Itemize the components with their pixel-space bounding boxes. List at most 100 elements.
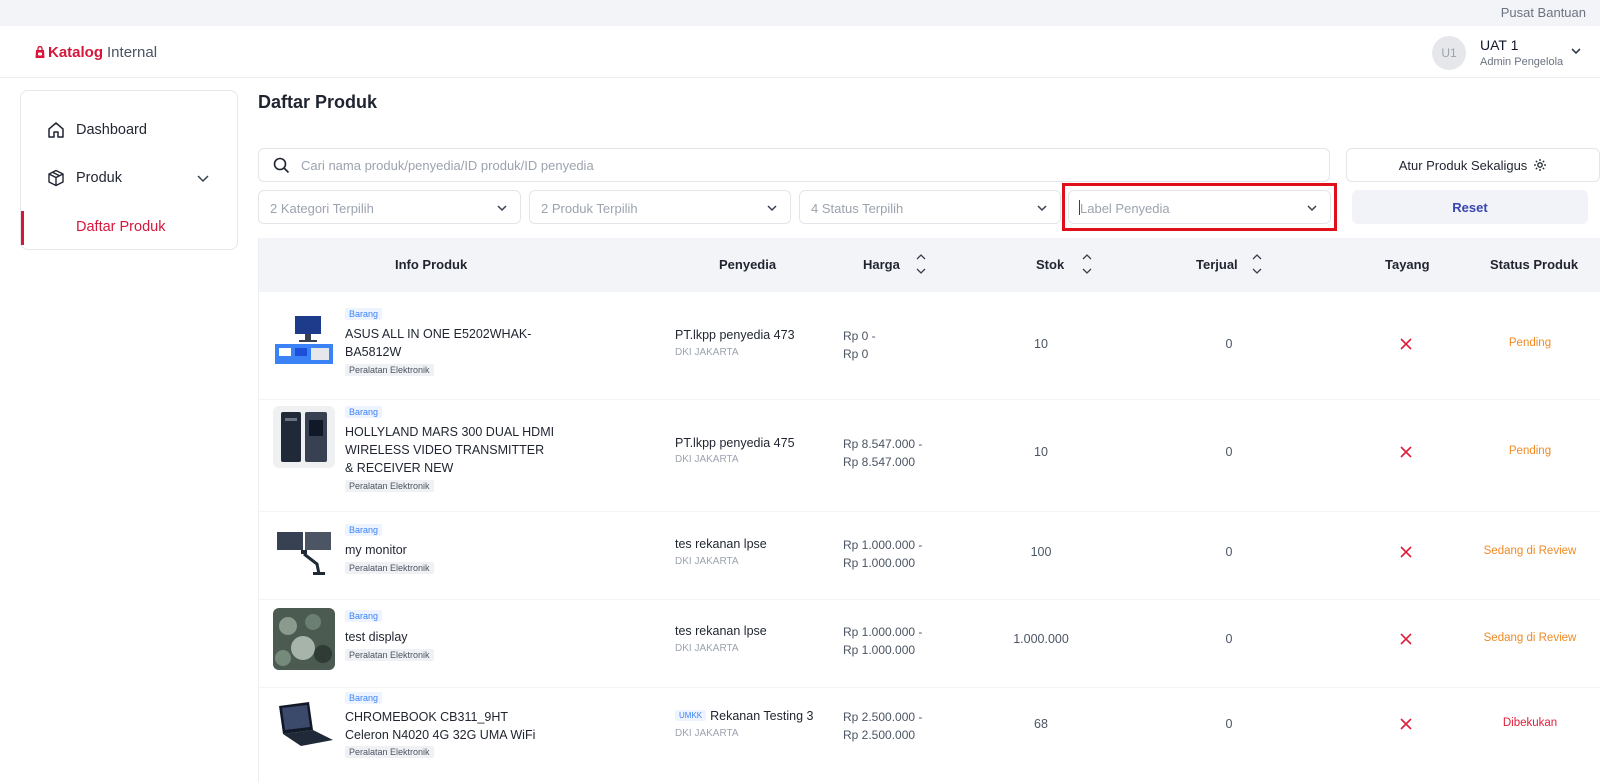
chevron-down-icon[interactable] (196, 171, 210, 185)
sold-value: 0 (1225, 337, 1233, 351)
sidebar-item-label: Dashboard (76, 122, 147, 138)
product-name[interactable]: HOLLYLAND MARS 300 DUAL HDMI WIRELESS VI… (345, 423, 555, 477)
help-center-link[interactable]: Pusat Bantuan (1501, 5, 1586, 20)
price-min: Rp 2.500.000 - (843, 710, 923, 724)
vendor-label-select[interactable]: Label Penyedia (1068, 190, 1331, 224)
bulk-edit-label: Atur Produk Sekaligus (1398, 157, 1528, 173)
product-category-tag: Peralatan Elektronik (345, 480, 434, 492)
vendor-label-placeholder: Label Penyedia (1080, 201, 1170, 216)
sidebar: Dashboard Produk Daftar Produk (20, 90, 238, 250)
sort-icon[interactable] (1252, 253, 1262, 275)
product-thumbnail[interactable] (273, 306, 335, 368)
table-row[interactable]: Barang ASUS ALL IN ONE E5202WHAK-BA5812W… (259, 292, 1600, 400)
chevron-down-icon (767, 205, 777, 212)
umkm-badge: UMKK (675, 710, 707, 721)
logo-text: Katalog (48, 44, 104, 61)
status-select-value: 4 Status Terpilih (811, 201, 904, 216)
product-type-tag: Barang (345, 692, 383, 704)
search-input[interactable] (301, 149, 1311, 181)
product-category-tag: Peralatan Elektronik (345, 562, 434, 574)
product-thumbnail[interactable] (273, 406, 335, 468)
status-badge: Pending (1508, 337, 1552, 349)
price-max: Rp 1.000.000 (843, 556, 916, 570)
price-min: Rp 1.000.000 - (843, 625, 923, 639)
vendor-name: UMKK Rekanan Testing 3 (675, 709, 813, 723)
avatar[interactable]: U1 (1432, 36, 1466, 70)
product-table: Info Produk Penyedia Harga Stok Terjual … (258, 238, 1600, 782)
stock-value: 10 (1034, 337, 1048, 351)
price-max: Rp 1.000.000 (843, 643, 916, 657)
table-row[interactable]: Barang test display Peralatan Elektronik… (259, 600, 1600, 688)
search-bar (258, 148, 1330, 182)
reset-button[interactable]: Reset (1352, 190, 1588, 224)
stock-value: 100 (1030, 545, 1052, 559)
table-row[interactable]: Barang my monitor Peralatan Elektronik t… (259, 512, 1600, 600)
status-badge: Dibekukan (1502, 717, 1558, 729)
logo-subtitle: Internal (107, 44, 158, 61)
table-row[interactable]: Barang CHROMEBOOK CB311_9HT Celeron N402… (259, 688, 1600, 782)
product-category-tag: Peralatan Elektronik (345, 364, 434, 376)
sidebar-item-daftar-produk[interactable]: Daftar Produk (21, 211, 237, 245)
sold-value: 0 (1225, 632, 1233, 646)
product-type-tag: Barang (345, 524, 383, 536)
status-select[interactable]: 4 Status Terpilih (799, 190, 1061, 224)
vendor-name: PT.lkpp penyedia 475 (675, 436, 795, 450)
product-name[interactable]: test display (345, 628, 555, 646)
product-type-tag: Barang (345, 610, 383, 622)
close-icon (1400, 338, 1412, 350)
box-icon (48, 169, 64, 187)
product-select-value: 2 Produk Terpilih (541, 201, 638, 216)
product-name[interactable]: my monitor (345, 541, 555, 559)
sidebar-item-produk[interactable]: Produk (21, 161, 237, 195)
table-row[interactable]: Barang HOLLYLAND MARS 300 DUAL HDMI WIRE… (259, 400, 1600, 512)
price-range: Rp 8.547.000 - Rp 8.547.000 (843, 435, 922, 471)
product-thumbnail[interactable] (273, 522, 335, 584)
close-icon (1400, 446, 1412, 458)
sidebar-item-dashboard[interactable]: Dashboard (21, 113, 237, 147)
chevron-down-icon[interactable] (1570, 45, 1582, 57)
product-name[interactable]: ASUS ALL IN ONE E5202WHAK-BA5812W (345, 325, 555, 361)
all-in-one-pc-image (273, 306, 335, 368)
sold-value: 0 (1225, 545, 1233, 559)
product-type-tag: Barang (345, 308, 383, 320)
chevron-down-icon (497, 205, 507, 212)
column-header-terjual: Terjual (1196, 257, 1238, 272)
product-thumbnail[interactable] (273, 608, 335, 670)
top-bar: Pusat Bantuan (0, 0, 1600, 26)
price-min: Rp 8.547.000 - (843, 437, 923, 451)
bulk-edit-button[interactable]: Atur Produk Sekaligus (1346, 148, 1600, 182)
status-badge: Sedang di Review (1483, 545, 1577, 557)
chevron-down-icon (1037, 205, 1047, 212)
product-category-tag: Peralatan Elektronik (345, 649, 434, 661)
price-min: Rp 0 - (843, 329, 876, 343)
sidebar-item-label: Produk (76, 170, 122, 186)
sold-value: 0 (1225, 717, 1233, 731)
home-icon (48, 122, 64, 138)
category-select-value: 2 Kategori Terpilih (270, 201, 374, 216)
bag-logo-icon (35, 46, 45, 58)
vendor-name: tes rekanan lpse (675, 537, 767, 551)
vendor-region: DKI JAKARTA (675, 454, 739, 465)
category-select[interactable]: 2 Kategori Terpilih (258, 190, 521, 224)
page-title: Daftar Produk (258, 92, 378, 112)
gear-icon (1534, 159, 1547, 171)
vendor-region: DKI JAKARTA (675, 643, 739, 654)
column-header-penyedia: Penyedia (719, 257, 777, 272)
price-min: Rp 1.000.000 - (843, 538, 923, 552)
product-type-tag: Barang (345, 406, 383, 418)
app-logo[interactable]: Katalog Internal (34, 44, 157, 61)
column-header-tayang: Tayang (1385, 257, 1430, 272)
column-header-status: Status Produk (1490, 257, 1579, 272)
vendor-name: PT.lkpp penyedia 473 (675, 328, 795, 342)
column-header-harga: Harga (863, 257, 900, 272)
product-thumbnail[interactable] (273, 696, 335, 758)
price-range: Rp 1.000.000 - Rp 1.000.000 (843, 623, 922, 659)
stock-value: 68 (1034, 717, 1048, 731)
product-select[interactable]: 2 Produk Terpilih (529, 190, 791, 224)
search-icon (273, 157, 290, 174)
product-name[interactable]: CHROMEBOOK CB311_9HT Celeron N4020 4G 32… (345, 708, 555, 744)
user-name: UAT 1 (1480, 37, 1519, 53)
sort-icon[interactable] (1082, 253, 1092, 275)
sort-icon[interactable] (916, 253, 926, 275)
status-badge: Sedang di Review (1483, 632, 1577, 644)
